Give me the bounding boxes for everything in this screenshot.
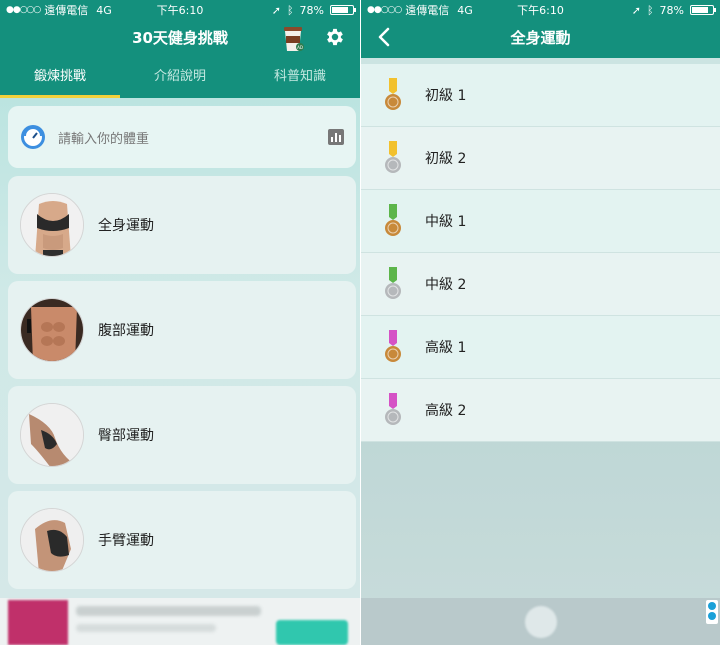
location-icon: ➚: [631, 3, 641, 17]
ad-thumbnail: [8, 600, 68, 645]
ad-text-blurred: [76, 606, 261, 616]
ad-banner[interactable]: [361, 598, 720, 645]
bronze-medal-icon: [385, 204, 401, 236]
bluetooth-icon: ᛒ: [286, 3, 294, 17]
scale-gauge-icon: [21, 125, 45, 149]
screen-title: 全身運動: [510, 29, 571, 47]
ad-cta-button[interactable]: [276, 620, 348, 645]
exercise-card-full-body[interactable]: 全身運動: [8, 176, 356, 274]
level-row[interactable]: 初級 2: [361, 127, 720, 190]
level-row[interactable]: 初級 1: [361, 64, 720, 127]
status-bar: ●●○○○ 遠傳電信 4G 下午6:10 ➚ ᛒ 78%: [0, 0, 360, 20]
svg-text:AD: AD: [297, 45, 303, 50]
bronze-medal-icon: [385, 330, 401, 362]
status-bar: ●●○○○ 遠傳電信 4G 下午6:10 ➚ ᛒ 78%: [361, 0, 720, 20]
level-row[interactable]: 中級 1: [361, 190, 720, 253]
level-row[interactable]: 中級 2: [361, 253, 720, 316]
exercise-card-abdominal[interactable]: 腹部運動: [8, 281, 356, 379]
abdominal-avatar: [20, 298, 84, 362]
level-label: 高級 1: [425, 340, 467, 356]
tab-challenge[interactable]: 鍛煉挑戰: [0, 58, 120, 98]
bronze-medal-icon: [385, 78, 401, 110]
settings-gear-icon[interactable]: [324, 26, 346, 48]
app-title: 30天健身挑戰: [132, 29, 228, 47]
tab-bar: 鍛煉挑戰 介紹說明 科普知識: [0, 58, 360, 98]
exercise-label: 腹部運動: [98, 323, 154, 339]
exercise-label: 臀部運動: [98, 428, 154, 444]
exercise-card-arms[interactable]: 手臂運動: [8, 491, 356, 589]
level-label: 高級 2: [425, 403, 467, 419]
tab-knowledge[interactable]: 科普知識: [240, 58, 360, 98]
battery-icon: [330, 5, 356, 15]
exercise-label: 全身運動: [98, 218, 154, 234]
full-body-avatar: [20, 193, 84, 257]
level-row[interactable]: 高級 1: [361, 316, 720, 379]
level-row[interactable]: 高級 2: [361, 379, 720, 442]
ad-play-icon: [525, 606, 557, 638]
level-label: 初級 1: [425, 88, 467, 104]
weight-input-card[interactable]: 請輸入你的體重: [8, 106, 356, 168]
main-screen: ●●○○○ 遠傳電信 4G 下午6:10 ➚ ᛒ 78% 30天健身挑戰 AD …: [0, 0, 360, 645]
exercise-label: 手臂運動: [98, 533, 154, 549]
app-header: 全身運動: [361, 20, 720, 58]
tab-introduction[interactable]: 介紹說明: [120, 58, 240, 98]
battery-percent: 78%: [659, 3, 684, 17]
level-label: 中級 2: [425, 277, 467, 293]
app-header: 30天健身挑戰 AD: [0, 20, 360, 58]
silver-medal-icon: [385, 393, 401, 425]
silver-medal-icon: [385, 141, 401, 173]
coffee-ad-icon[interactable]: AD: [282, 25, 304, 53]
bluetooth-icon: ᛒ: [646, 3, 654, 17]
levels-screen: ●●○○○ 遠傳電信 4G 下午6:10 ➚ ᛒ 78% 全身運動 初級 1 初…: [361, 0, 720, 645]
weight-input-placeholder: 請輸入你的體重: [58, 131, 150, 147]
glutes-avatar: [20, 403, 84, 467]
level-label: 中級 1: [425, 214, 467, 230]
exercise-card-glutes[interactable]: 臀部運動: [8, 386, 356, 484]
arms-avatar: [20, 508, 84, 572]
ad-info-icon[interactable]: [706, 600, 718, 624]
ad-subtext-blurred: [76, 624, 216, 632]
ad-banner[interactable]: [0, 598, 360, 645]
level-label: 初級 2: [425, 151, 467, 167]
battery-icon: [690, 5, 716, 15]
level-list: 初級 1 初級 2 中級 1 中級 2 高級 1 高級 2: [361, 64, 720, 442]
location-icon: ➚: [271, 3, 281, 17]
silver-medal-icon: [385, 267, 401, 299]
battery-percent: 78%: [299, 3, 324, 17]
bar-chart-icon[interactable]: [328, 129, 344, 145]
